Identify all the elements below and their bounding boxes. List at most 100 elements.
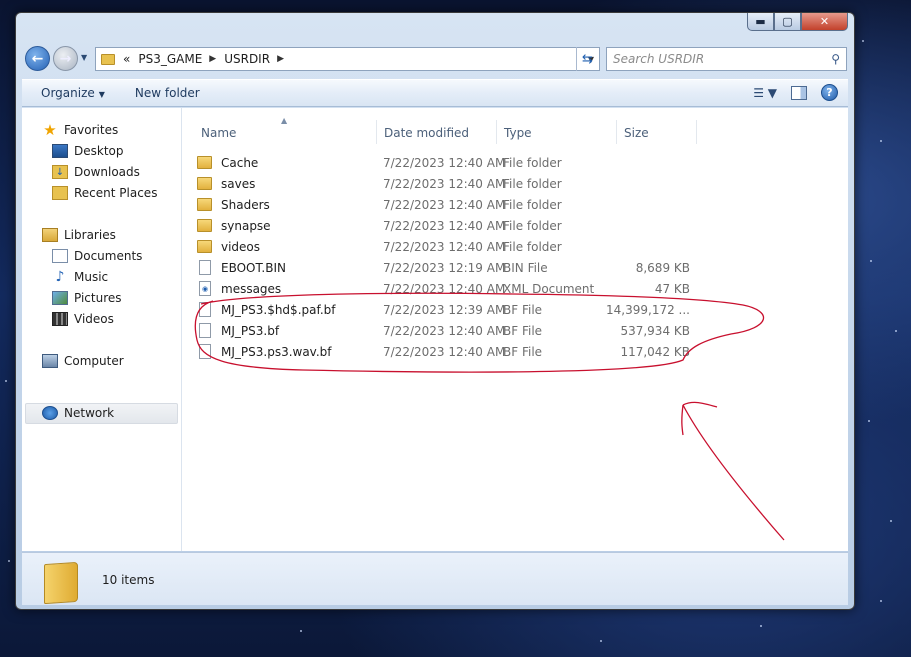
- file-size: [620, 236, 690, 257]
- file-size: [620, 173, 690, 194]
- explorer-window: ▬ ▢ ✕ ← → ▼ « PS3_GAME ▶ USRDIR ▶ ▼ ⇆ ⚲ …: [15, 12, 855, 610]
- column-divider[interactable]: [616, 120, 617, 144]
- table-row[interactable]: MJ_PS3.$hd$.paf.bf 7/22/2023 12:39 AM BF F…: [195, 299, 715, 320]
- navigation-bar: ← → ▼ « PS3_GAME ▶ USRDIR ▶ ▼ ⇆ ⚲: [23, 45, 847, 73]
- folder-icon: [101, 53, 115, 65]
- minimize-button[interactable]: ▬: [747, 13, 774, 31]
- sidebar-item-label: Music: [74, 270, 109, 284]
- sidebar-item-pictures[interactable]: Pictures: [52, 288, 122, 308]
- forward-button[interactable]: →: [53, 46, 78, 71]
- search-icon[interactable]: ⚲: [831, 52, 840, 66]
- details-pane: 10 items: [22, 552, 848, 605]
- file-name: saves: [221, 176, 256, 191]
- file-type: XML Document: [503, 281, 595, 296]
- table-row[interactable]: MJ_PS3.ps3.wav.bf 7/22/2023 12:40 AM BF Fi…: [195, 341, 715, 362]
- column-divider[interactable]: [376, 120, 377, 144]
- sidebar-item-computer[interactable]: Computer: [42, 351, 124, 371]
- caption-buttons: ▬ ▢ ✕: [747, 13, 848, 31]
- breadcrumb-usrdir[interactable]: USRDIR: [224, 52, 270, 66]
- computer-icon: [42, 354, 58, 368]
- network-icon: [42, 406, 58, 420]
- column-header-type[interactable]: Type: [504, 122, 532, 144]
- organize-button[interactable]: Organize ▼: [41, 86, 105, 100]
- file-size: 47 KB: [654, 281, 690, 296]
- arrow-left-icon: ←: [31, 50, 44, 67]
- breadcrumb-ps3-game[interactable]: PS3_GAME: [138, 52, 202, 66]
- column-header-name[interactable]: Name: [201, 122, 236, 144]
- column-header-size[interactable]: Size: [624, 122, 649, 144]
- maximize-button[interactable]: ▢: [774, 13, 801, 31]
- sidebar-item-music[interactable]: ♪ Music: [52, 267, 109, 287]
- sidebar-item-label: Computer: [64, 354, 124, 368]
- table-row[interactable]: Shaders 7/22/2023 12:40 AM File folder: [195, 194, 715, 215]
- sidebar-item-videos[interactable]: Videos: [52, 309, 114, 329]
- column-divider[interactable]: [496, 120, 497, 144]
- file-icon: [199, 323, 211, 338]
- file-name: synapse: [221, 218, 271, 233]
- preview-pane-icon[interactable]: [791, 85, 807, 100]
- table-row[interactable]: MJ_PS3.bf 7/22/2023 12:40 AM BF File 537,93…: [195, 320, 715, 341]
- refresh-button[interactable]: ⇆: [576, 47, 598, 71]
- toolbar-right: ☰ ▼ ?: [753, 84, 838, 101]
- sidebar-item-label: Videos: [74, 312, 114, 326]
- table-row[interactable]: EBOOT.BIN 7/22/2023 12:19 AM BIN File 8,689…: [195, 257, 715, 278]
- file-name: MJ_PS3.$hd$.paf.bf: [221, 302, 336, 317]
- address-bar[interactable]: « PS3_GAME ▶ USRDIR ▶ ▼: [95, 47, 600, 71]
- table-row[interactable]: synapse 7/22/2023 12:40 AM File folder: [195, 215, 715, 236]
- file-date-modified: 7/22/2023 12:40 AM: [383, 323, 506, 338]
- refresh-icon: ⇆: [582, 51, 593, 67]
- sidebar-item-label: Recent Places: [74, 186, 158, 200]
- sidebar-item-desktop[interactable]: Desktop: [52, 141, 124, 161]
- back-button[interactable]: ←: [25, 46, 50, 71]
- table-row[interactable]: ◉ messages 7/22/2023 12:40 AM XML Document 4…: [195, 278, 715, 299]
- file-date-modified: 7/22/2023 12:40 AM: [383, 344, 506, 359]
- help-icon[interactable]: ?: [821, 84, 838, 101]
- sidebar-item-label: Favorites: [64, 123, 119, 137]
- sidebar-item-network[interactable]: Network: [42, 403, 114, 423]
- file-size: 537,934 KB: [620, 323, 690, 338]
- column-header-date[interactable]: Date modified: [384, 122, 469, 144]
- navigation-pane: ★ Favorites Desktop ↓ Downloads Recent Pla…: [22, 108, 182, 551]
- search-input[interactable]: [613, 52, 823, 66]
- sidebar-item-downloads[interactable]: ↓ Downloads: [52, 162, 140, 182]
- breadcrumb-overflow[interactable]: «: [123, 52, 130, 66]
- table-row[interactable]: saves 7/22/2023 12:40 AM File folder: [195, 173, 715, 194]
- sidebar-item-label: Libraries: [64, 228, 116, 242]
- folder-icon: [197, 240, 212, 253]
- column-divider[interactable]: [696, 120, 697, 144]
- file-date-modified: 7/22/2023 12:39 AM: [383, 302, 506, 317]
- close-button[interactable]: ✕: [801, 13, 848, 31]
- music-icon: ♪: [55, 269, 65, 285]
- file-date-modified: 7/22/2023 12:40 AM: [383, 239, 506, 254]
- sidebar-item-recent-places[interactable]: Recent Places: [52, 183, 157, 203]
- new-folder-button[interactable]: New folder: [135, 86, 200, 100]
- file-type: File folder: [503, 197, 562, 212]
- chevron-down-icon: ▼: [98, 90, 105, 99]
- search-box[interactable]: ⚲: [606, 47, 847, 71]
- change-view-icon[interactable]: ☰ ▼: [753, 86, 777, 100]
- table-row[interactable]: Cache 7/22/2023 12:40 AM File folder: [195, 152, 715, 173]
- folder-icon: [197, 156, 212, 169]
- file-type: BF File: [503, 344, 543, 359]
- file-type: File folder: [503, 239, 562, 254]
- sidebar-item-libraries[interactable]: Libraries: [42, 225, 116, 245]
- file-name: MJ_PS3.bf: [221, 323, 280, 338]
- recent-pages-dropdown[interactable]: ▼: [81, 53, 87, 62]
- file-name: Shaders: [221, 197, 270, 212]
- file-date-modified: 7/22/2023 12:40 AM: [383, 281, 506, 296]
- folder-icon: [197, 198, 212, 211]
- content-area: ★ Favorites Desktop ↓ Downloads Recent Pla…: [22, 108, 848, 551]
- file-type: BF File: [503, 302, 543, 317]
- chevron-right-icon[interactable]: ▶: [209, 54, 216, 64]
- sidebar-item-favorites[interactable]: ★ Favorites: [42, 120, 118, 140]
- file-type: File folder: [503, 218, 562, 233]
- file-date-modified: 7/22/2023 12:40 AM: [383, 218, 506, 233]
- recent-places-icon: [52, 186, 68, 200]
- file-type: BF File: [503, 323, 543, 338]
- sidebar-item-documents[interactable]: Documents: [52, 246, 142, 266]
- table-row[interactable]: videos 7/22/2023 12:40 AM File folder: [195, 236, 715, 257]
- pictures-icon: [52, 291, 68, 305]
- chevron-right-icon[interactable]: ▶: [277, 54, 284, 64]
- file-size: 8,689 KB: [635, 260, 690, 275]
- file-icon: [199, 344, 211, 359]
